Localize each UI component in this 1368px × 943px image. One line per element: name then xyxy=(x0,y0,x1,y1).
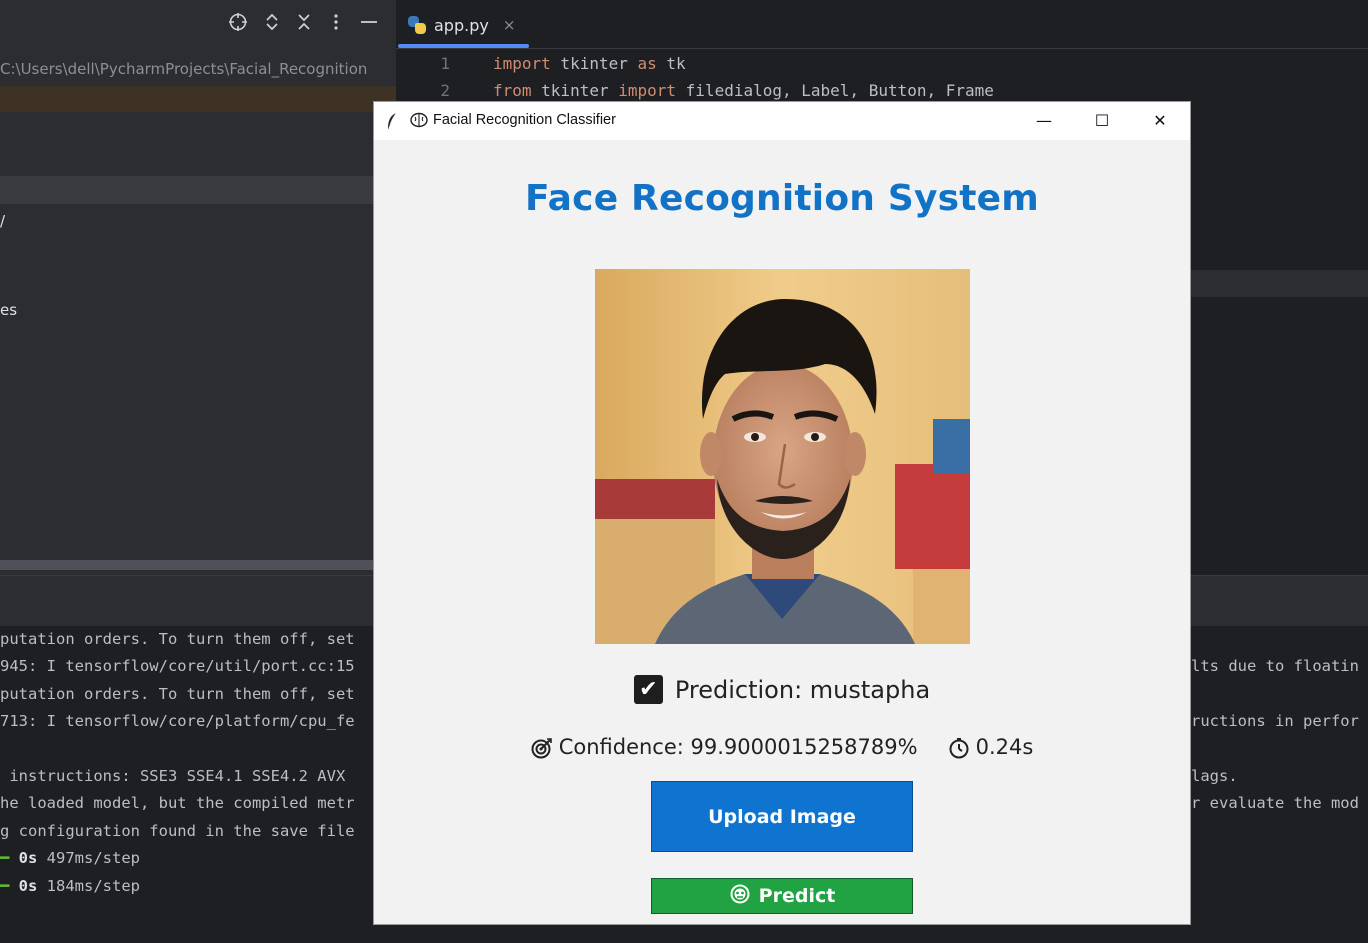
active-tab-indicator xyxy=(398,44,529,48)
code-text: import tkinter as tk xyxy=(493,54,686,73)
predict-label: Predict xyxy=(758,885,836,907)
target-icon xyxy=(531,737,552,759)
console-step-line: ━ 0s 497ms/step xyxy=(0,849,140,868)
window-titlebar[interactable]: Facial Recognition Classifier — ☐ ✕ xyxy=(374,102,1190,140)
console-line: he loaded model, but the compiled metr xyxy=(0,794,355,813)
confidence-row: Confidence: 99.9000015258789% 0.24s xyxy=(374,735,1190,759)
window-minimize-button[interactable]: — xyxy=(1015,102,1073,140)
console-line: 713: I tensorflow/core/platform/cpu_fe xyxy=(0,712,355,731)
console-line: instructions: SSE3 SSE4.1 SSE4.2 AVX xyxy=(0,767,355,785)
console-line-tail: lags. xyxy=(1191,767,1238,785)
check-mark-icon: ✔ xyxy=(633,675,663,704)
robot-icon xyxy=(729,883,751,910)
highlighted-row xyxy=(0,86,396,112)
stopwatch-icon xyxy=(948,737,969,759)
code-text: from tkinter import filedialog, Label, B… xyxy=(493,81,994,100)
tab-close-icon[interactable]: × xyxy=(503,16,516,34)
python-file-icon xyxy=(408,16,426,34)
selected-tree-row[interactable] xyxy=(0,176,396,204)
console-line: g configuration found in the save file xyxy=(0,821,355,840)
horizontal-scrollbar[interactable] xyxy=(0,560,396,570)
prediction-row: ✔ Prediction: mustapha xyxy=(374,675,1190,704)
window-content: Face Recognition System ✔ Prediction: mu… xyxy=(374,140,1190,924)
more-vertical-icon[interactable] xyxy=(325,12,347,34)
crosshair-icon[interactable] xyxy=(227,12,249,34)
tk-feather-icon xyxy=(386,112,398,134)
editor-highlight-band xyxy=(1191,270,1368,297)
upload-image-button[interactable]: Upload Image xyxy=(651,781,913,852)
tk-app-window: Facial Recognition Classifier — ☐ ✕ Face… xyxy=(373,101,1191,925)
confidence-label: Confidence: 99.9000015258789% xyxy=(558,735,918,759)
project-toolbar xyxy=(0,0,396,48)
minimize-icon[interactable] xyxy=(358,12,380,34)
predict-button[interactable]: Predict xyxy=(651,878,913,914)
project-panel: C:\Users\dell\PycharmProjects\Facial_Rec… xyxy=(0,0,396,575)
inference-time: 0.24s xyxy=(975,735,1034,759)
window-maximize-button[interactable]: ☐ xyxy=(1073,102,1131,140)
project-path: C:\Users\dell\PycharmProjects\Facial_Rec… xyxy=(0,60,368,78)
console-line: 945: I tensorflow/core/util/port.cc:15 xyxy=(0,657,355,676)
brain-emoji-icon xyxy=(410,112,428,132)
console-step-line: ━ 0s 184ms/step xyxy=(0,876,140,895)
line-number: 1 xyxy=(440,54,450,73)
collapse-all-icon[interactable] xyxy=(293,12,315,34)
tree-item-fragment[interactable]: / xyxy=(0,212,5,230)
editor-tabbar: app.py × xyxy=(396,0,1368,49)
console-line: putation orders. To turn them off, set xyxy=(0,684,355,703)
console-line-tail: ructions in perfor xyxy=(1191,712,1359,731)
console-line-tail: lts due to floatin xyxy=(1191,657,1359,676)
tab-app-py[interactable]: app.py × xyxy=(408,10,515,40)
console-line: putation orders. To turn them off, set xyxy=(0,630,355,648)
tab-label: app.py xyxy=(434,15,489,35)
line-number: 2 xyxy=(440,81,450,100)
expand-collapse-icon[interactable] xyxy=(261,12,283,34)
window-title: Facial Recognition Classifier xyxy=(433,112,616,128)
window-close-button[interactable]: ✕ xyxy=(1131,102,1189,140)
uploaded-face-photo xyxy=(595,269,970,644)
tree-item-fragment[interactable]: es xyxy=(0,301,17,319)
console-line-tail: r evaluate the mod xyxy=(1191,794,1359,813)
prediction-label: Prediction: mustapha xyxy=(674,675,931,704)
app-heading: Face Recognition System xyxy=(524,178,1039,219)
